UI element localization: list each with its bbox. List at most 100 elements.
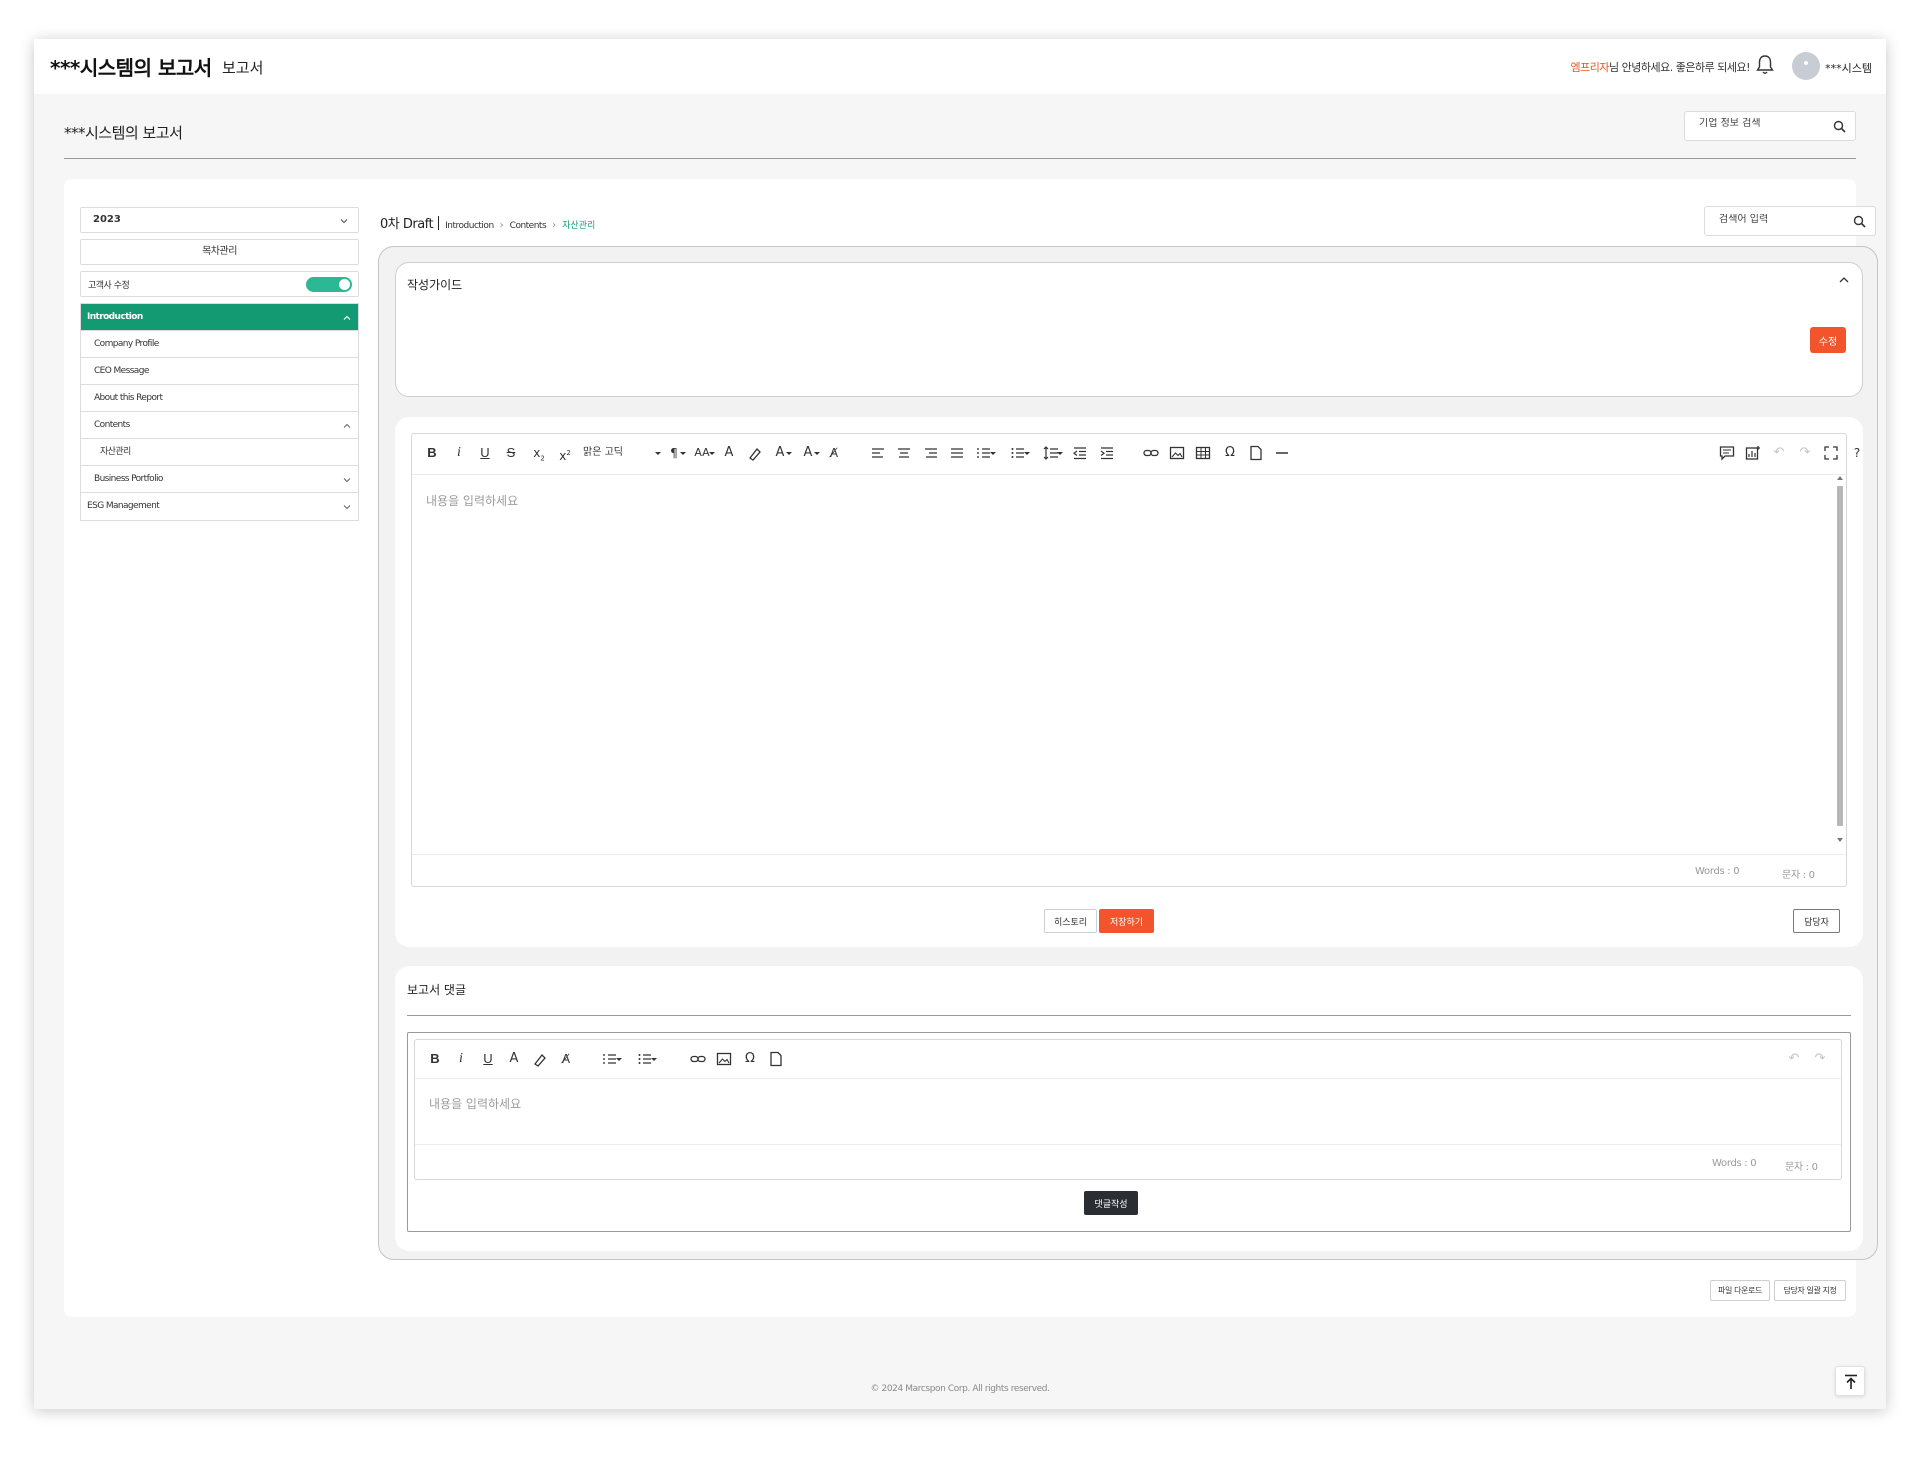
undo-icon[interactable]: ↶ bbox=[1786, 1050, 1802, 1068]
outdent-icon[interactable] bbox=[1072, 444, 1088, 462]
search-icon[interactable] bbox=[1833, 120, 1846, 133]
toc-item-ceo-message[interactable]: CEO Message bbox=[81, 358, 358, 385]
toolbar-divider bbox=[415, 1078, 1841, 1079]
help-icon[interactable]: ? bbox=[1849, 444, 1865, 462]
year-select[interactable]: 2023 bbox=[80, 207, 359, 233]
subscript-icon[interactable]: x2 bbox=[530, 444, 548, 462]
clear-format-icon[interactable]: A̸ bbox=[558, 1050, 574, 1068]
main-panel: 2023 목차관리 고객사 수정 Introduction Company Pr… bbox=[64, 179, 1878, 1317]
user-name[interactable]: ***시스템 bbox=[1825, 60, 1872, 76]
toc-manage-button[interactable]: 목차관리 bbox=[80, 239, 359, 265]
unordered-list-icon[interactable] bbox=[1010, 444, 1030, 462]
chevron-down-icon[interactable] bbox=[342, 502, 352, 512]
toc-item-company-profile[interactable]: Company Profile bbox=[81, 331, 358, 358]
clear-format-icon[interactable]: A̸ bbox=[826, 444, 842, 462]
avatar[interactable] bbox=[1792, 52, 1820, 80]
font-color-icon[interactable]: A bbox=[721, 444, 737, 462]
bell-icon[interactable] bbox=[1756, 54, 1774, 76]
chevron-down-icon[interactable] bbox=[342, 475, 352, 485]
toc-item-contents[interactable]: Contents bbox=[81, 412, 358, 439]
toc-item-about-report[interactable]: About this Report bbox=[81, 385, 358, 412]
toc-item-asset-management[interactable]: 자산관리 bbox=[81, 439, 358, 466]
underline-icon[interactable]: U bbox=[480, 1050, 496, 1068]
table-icon[interactable] bbox=[1195, 444, 1211, 462]
chevron-right-icon: › bbox=[499, 220, 504, 231]
keyword-search-input[interactable] bbox=[1719, 214, 1839, 225]
editor-scrollbar[interactable] bbox=[1835, 474, 1844, 842]
status-divider bbox=[412, 854, 1846, 855]
corp-search-input[interactable] bbox=[1699, 118, 1829, 129]
font-size-icon[interactable]: AA bbox=[693, 444, 715, 462]
scroll-top-button[interactable] bbox=[1835, 1366, 1865, 1396]
align-left-icon[interactable] bbox=[870, 444, 886, 462]
scroll-thumb[interactable] bbox=[1837, 486, 1843, 826]
page-title: ***시스템의 보고서 bbox=[64, 124, 183, 142]
chevron-up-icon[interactable] bbox=[342, 421, 352, 431]
assignee-button[interactable]: 담당자 bbox=[1793, 909, 1840, 933]
font-family-select[interactable]: 맑은 고딕 bbox=[583, 444, 661, 462]
strikethrough-icon[interactable]: S bbox=[503, 444, 519, 462]
fullscreen-icon[interactable] bbox=[1823, 444, 1839, 462]
image-icon[interactable] bbox=[716, 1050, 732, 1068]
link-icon[interactable] bbox=[689, 1050, 707, 1068]
toolbar-divider bbox=[412, 474, 1846, 475]
underline-icon[interactable]: U bbox=[477, 444, 493, 462]
italic-icon[interactable]: i bbox=[454, 1050, 468, 1068]
history-button[interactable]: 히스토리 bbox=[1044, 909, 1097, 933]
toc-item-business-portfolio[interactable]: Business Portfolio bbox=[81, 466, 358, 493]
brand-title[interactable]: ***시스템의 보고서 bbox=[50, 52, 212, 81]
chevron-up-icon[interactable] bbox=[1838, 274, 1850, 286]
ordered-list-icon[interactable] bbox=[976, 444, 996, 462]
highlight-icon[interactable] bbox=[532, 1050, 548, 1068]
scroll-up-icon[interactable] bbox=[1837, 476, 1843, 480]
chevron-up-icon[interactable] bbox=[342, 313, 352, 323]
toc-item-esg-management[interactable]: ESG Management bbox=[81, 493, 358, 520]
guide-edit-button[interactable]: 수정 bbox=[1810, 327, 1846, 353]
char-count: 문자 : 0 bbox=[1785, 1162, 1818, 1173]
bold-icon[interactable]: B bbox=[427, 1050, 443, 1068]
ordered-list-icon[interactable] bbox=[602, 1050, 622, 1068]
image-icon[interactable] bbox=[1169, 444, 1185, 462]
horizontal-rule-icon[interactable] bbox=[1274, 444, 1290, 462]
toc-item-label: 자산관리 bbox=[100, 447, 131, 457]
search-icon[interactable] bbox=[1853, 215, 1866, 228]
text-style-icon[interactable]: A bbox=[800, 444, 820, 462]
font-color-icon[interactable]: A bbox=[506, 1050, 522, 1068]
special-char-icon[interactable]: Ω bbox=[742, 1050, 758, 1068]
comment-placeholder[interactable]: 내용을 입력하세요 bbox=[429, 1095, 521, 1112]
template-icon[interactable] bbox=[1248, 444, 1264, 462]
undo-icon[interactable]: ↶ bbox=[1771, 444, 1787, 462]
italic-icon[interactable]: i bbox=[452, 444, 466, 462]
bold-icon[interactable]: B bbox=[424, 444, 440, 462]
redo-icon[interactable]: ↷ bbox=[1812, 1050, 1828, 1068]
editor-placeholder[interactable]: 내용을 입력하세요 bbox=[426, 492, 518, 509]
toc-item-introduction[interactable]: Introduction bbox=[81, 304, 358, 331]
comment-toolbar: B i U A A̸ Ω ↶ ↷ bbox=[415, 1040, 1843, 1078]
guide-title: 작성가이드 bbox=[407, 278, 463, 292]
superscript-icon[interactable]: x2 bbox=[556, 444, 574, 463]
line-height-icon[interactable] bbox=[1043, 444, 1063, 462]
highlight-icon[interactable] bbox=[747, 444, 763, 462]
align-justify-icon[interactable] bbox=[949, 444, 965, 462]
special-char-icon[interactable]: Ω bbox=[1222, 444, 1238, 462]
text-background-icon[interactable]: A bbox=[772, 444, 792, 462]
comment-icon[interactable] bbox=[1718, 444, 1736, 462]
chart-add-icon[interactable] bbox=[1744, 444, 1762, 462]
link-icon[interactable] bbox=[1142, 444, 1160, 462]
bulk-assign-button[interactable]: 담당자 일괄 지정 bbox=[1774, 1280, 1846, 1301]
toc-item-label: ESG Management bbox=[87, 501, 160, 511]
paragraph-style-icon[interactable]: ¶ bbox=[666, 444, 686, 462]
align-right-icon[interactable] bbox=[923, 444, 939, 462]
client-edit-toggle[interactable] bbox=[306, 277, 352, 292]
unordered-list-icon[interactable] bbox=[637, 1050, 657, 1068]
breadcrumb-item[interactable]: Contents bbox=[510, 221, 547, 231]
indent-icon[interactable] bbox=[1099, 444, 1115, 462]
file-download-button[interactable]: 파일 다운로드 bbox=[1710, 1280, 1770, 1301]
template-icon[interactable] bbox=[768, 1050, 784, 1068]
scroll-down-icon[interactable] bbox=[1837, 838, 1843, 842]
breadcrumb-item[interactable]: Introduction bbox=[445, 221, 494, 231]
redo-icon[interactable]: ↷ bbox=[1797, 444, 1813, 462]
save-button[interactable]: 저장하기 bbox=[1099, 909, 1154, 933]
align-center-icon[interactable] bbox=[896, 444, 912, 462]
submit-comment-button[interactable]: 댓글작성 bbox=[1084, 1191, 1138, 1215]
